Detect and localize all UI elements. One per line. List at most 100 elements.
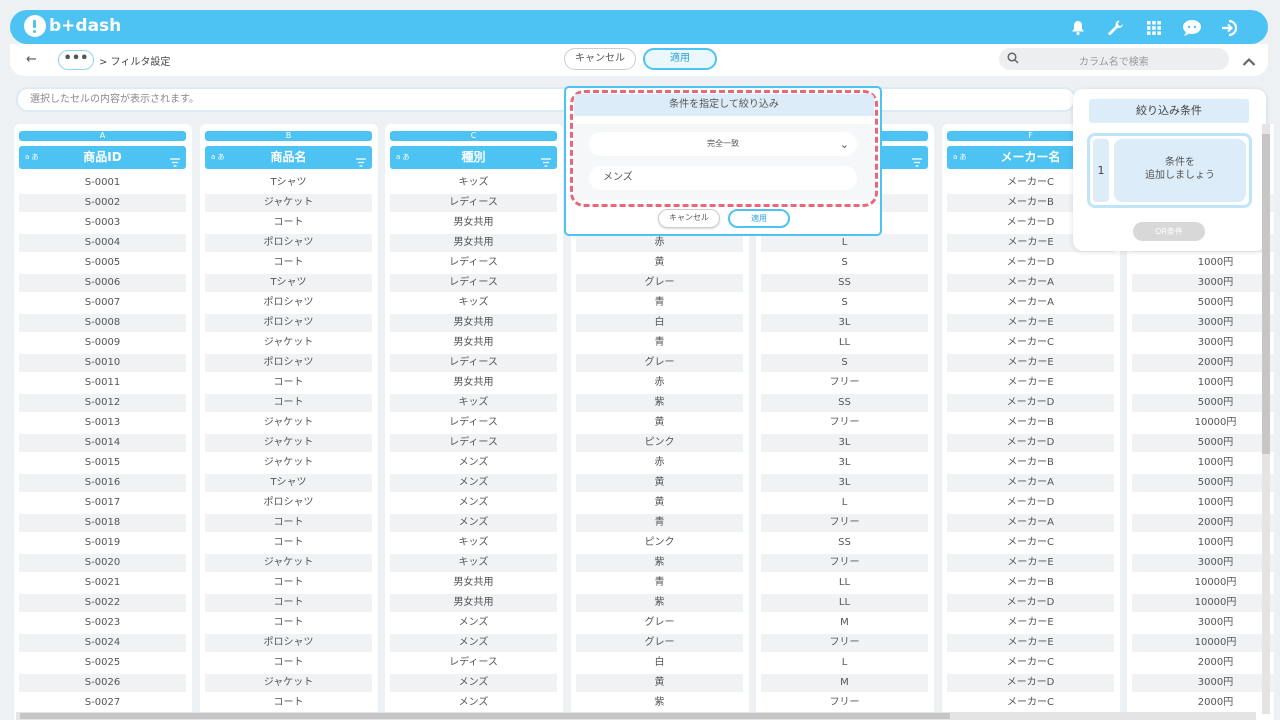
table-cell[interactable]: 3000円 [1132,614,1274,632]
table-cell[interactable]: S-0014 [19,434,186,452]
scrollbar-thumb[interactable] [1262,134,1270,454]
table-cell[interactable]: 10000円 [1132,594,1274,612]
table-cell[interactable]: SS [761,274,928,292]
table-cell[interactable]: 5000円 [1132,394,1274,412]
table-cell[interactable]: SS [761,534,928,552]
table-cell[interactable]: 白 [576,314,743,332]
table-cell[interactable]: メンズ [390,454,557,472]
horizontal-scrollbar[interactable] [16,712,1256,720]
filter-icon[interactable] [912,152,922,175]
table-cell[interactable]: 1000円 [1132,254,1274,272]
table-cell[interactable]: 1000円 [1132,494,1274,512]
back-arrow-icon[interactable]: ← [26,52,37,67]
table-cell[interactable]: 2000円 [1132,354,1274,372]
table-cell[interactable]: メーカーD [947,394,1114,412]
table-cell[interactable]: ポロシャツ [205,494,372,512]
table-cell[interactable]: レディース [390,254,557,272]
table-cell[interactable]: S [761,294,928,312]
table-cell[interactable]: 青 [576,514,743,532]
cancel-button[interactable]: キャンセル [564,48,636,70]
table-cell[interactable]: 赤 [576,374,743,392]
table-cell[interactable]: 黄 [576,674,743,692]
or-condition-button[interactable]: OR条件 [1133,222,1205,241]
table-cell[interactable]: メーカーC [947,334,1114,352]
table-cell[interactable]: 3L [761,314,928,332]
table-cell[interactable]: 青 [576,574,743,592]
table-cell[interactable]: 1000円 [1132,374,1274,392]
table-cell[interactable]: メンズ [390,514,557,532]
table-cell[interactable]: コート [205,654,372,672]
table-cell[interactable]: コート [205,514,372,532]
table-cell[interactable]: ポロシャツ [205,314,372,332]
table-cell[interactable]: S-0010 [19,354,186,372]
table-cell[interactable]: コート [205,574,372,592]
table-cell[interactable]: 紫 [576,694,743,712]
table-cell[interactable]: S-0021 [19,574,186,592]
column-header[interactable]: a あ 商品名 [205,146,372,169]
table-cell[interactable]: 5000円 [1132,434,1274,452]
table-cell[interactable]: 男女共用 [390,214,557,232]
table-cell[interactable]: メンズ [390,694,557,712]
table-cell[interactable]: 1000円 [1132,454,1274,472]
table-cell[interactable]: レディース [390,194,557,212]
table-cell[interactable]: S-0022 [19,594,186,612]
table-cell[interactable]: 3L [761,434,928,452]
table-cell[interactable]: コート [205,594,372,612]
table-cell[interactable]: 3L [761,474,928,492]
apply-button[interactable]: 適用 [643,48,717,70]
table-cell[interactable]: S-0013 [19,414,186,432]
table-cell[interactable]: メーカーC [947,694,1114,712]
table-cell[interactable]: メンズ [390,674,557,692]
table-cell[interactable]: 2000円 [1132,694,1274,712]
table-cell[interactable]: 3000円 [1132,674,1274,692]
table-cell[interactable]: 1000円 [1132,534,1274,552]
grid-icon[interactable] [1142,16,1166,40]
table-cell[interactable]: S-0001 [19,174,186,192]
table-cell[interactable]: 赤 [576,454,743,472]
app-logo[interactable]: b+dash [24,15,121,37]
table-cell[interactable]: グレー [576,274,743,292]
table-cell[interactable]: S-0003 [19,214,186,232]
table-cell[interactable]: グレー [576,634,743,652]
table-cell[interactable]: S-0006 [19,274,186,292]
table-cell[interactable]: 男女共用 [390,334,557,352]
table-cell[interactable]: キッズ [390,394,557,412]
table-cell[interactable]: メーカーD [947,434,1114,452]
more-button[interactable]: ••• [58,50,94,70]
table-cell[interactable]: S-0009 [19,334,186,352]
table-cell[interactable]: メーカーE [947,354,1114,372]
table-cell[interactable]: 白 [576,654,743,672]
table-cell[interactable]: 3000円 [1132,314,1274,332]
logout-icon[interactable] [1218,16,1242,40]
table-cell[interactable]: S-0026 [19,674,186,692]
table-cell[interactable]: 男女共用 [390,234,557,252]
table-cell[interactable]: S-0027 [19,694,186,712]
cell-content-display[interactable]: 選択したセルの内容が表示されます。 [16,87,1076,112]
filter-value-input[interactable]: メンズ [589,166,857,190]
table-cell[interactable]: S-0007 [19,294,186,312]
table-cell[interactable]: 3000円 [1132,274,1274,292]
table-cell[interactable]: S-0008 [19,314,186,332]
table-cell[interactable]: Tシャツ [205,474,372,492]
table-cell[interactable]: フリー [761,694,928,712]
column-search-input[interactable]: カラム名で検索 [999,48,1229,70]
table-cell[interactable]: コート [205,214,372,232]
table-cell[interactable]: レディース [390,434,557,452]
table-cell[interactable]: 紫 [576,594,743,612]
table-cell[interactable]: グレー [576,354,743,372]
table-cell[interactable]: メーカーA [947,274,1114,292]
table-cell[interactable]: ジャケット [205,554,372,572]
table-cell[interactable]: 10000円 [1132,634,1274,652]
table-cell[interactable]: S-0015 [19,454,186,472]
table-cell[interactable]: LL [761,594,928,612]
table-cell[interactable]: キッズ [390,554,557,572]
table-cell[interactable]: 男女共用 [390,374,557,392]
table-cell[interactable]: コート [205,614,372,632]
table-cell[interactable]: メーカーC [947,654,1114,672]
table-cell[interactable]: ジャケット [205,194,372,212]
table-cell[interactable]: キッズ [390,174,557,192]
table-cell[interactable]: ジャケット [205,454,372,472]
popup-apply-button[interactable]: 適用 [728,209,790,228]
table-cell[interactable]: 紫 [576,394,743,412]
table-cell[interactable]: L [761,654,928,672]
